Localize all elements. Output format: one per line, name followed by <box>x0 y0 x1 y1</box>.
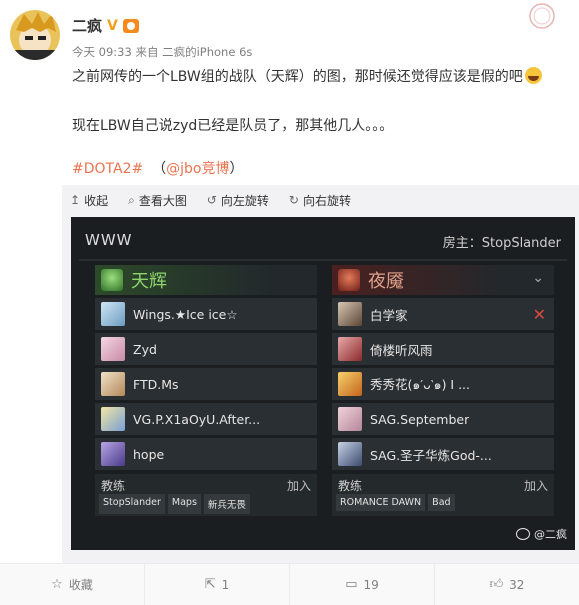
spectator-list: ROMANCE DAWN Bad <box>336 494 455 511</box>
player-avatar <box>101 372 125 396</box>
hashtag-link[interactable]: #DOTA2# <box>72 161 143 177</box>
like-button[interactable]: 👍︎ 32 <box>435 564 579 605</box>
team-dire: 夜魇 ⌄ 白学家 ✕ 倚楼听风雨 秀秀花(๑′ᴗ‵๑) I ... SAG.Se… <box>332 265 554 516</box>
join-button[interactable]: 加入 <box>287 477 311 494</box>
rotate-left-icon: ↺ <box>206 193 217 207</box>
author-name[interactable]: 二疯 <box>72 15 102 36</box>
lobby-title: WWW <box>85 231 133 249</box>
spectator-list: StopSlander Maps 新兵无畏 <box>99 494 250 514</box>
weibo-icon <box>516 528 530 540</box>
player-avatar <box>101 302 125 326</box>
repost-icon: ⇱ <box>204 577 216 592</box>
coach-label: 教练 <box>338 479 363 493</box>
team-dire-header: 夜魇 ⌄ <box>332 265 554 295</box>
player-slot: SAG.圣子华炼God-... <box>332 438 554 470</box>
post-meta: 今天 09:33 来自 二疯的iPhone 6s <box>72 45 253 59</box>
player-avatar <box>338 302 362 326</box>
post-line-1: 之前网传的一个LBW组的战队（天辉）的图，那时候还觉得应该是假的吧 <box>72 66 542 86</box>
team-dire-name: 夜魇 <box>368 271 404 292</box>
player-slot: 倚楼听风雨 <box>332 333 554 365</box>
seal-decoration <box>529 3 555 29</box>
chevron-down-icon[interactable]: ⌄ <box>532 270 544 286</box>
collapse-icon: ↥ <box>70 193 81 207</box>
player-slot: 秀秀花(๑′ᴗ‵๑) I ... <box>332 368 554 400</box>
join-button[interactable]: 加入 <box>524 477 548 494</box>
player-slot: Zyd <box>95 333 317 365</box>
player-avatar <box>338 407 362 431</box>
comment-button[interactable]: ▭ 19 <box>290 564 435 605</box>
action-bar: ☆ 收藏 ⇱ 1 ▭ 19 👍︎ 32 <box>0 564 579 605</box>
player-avatar <box>101 337 125 361</box>
kick-x-icon[interactable]: ✕ <box>533 305 546 324</box>
spectator-chip: Bad <box>428 494 455 511</box>
post-line-2: 现在LBW自己说zyd已经是队员了，那其他几人。。。 <box>72 118 394 134</box>
divider <box>79 259 567 261</box>
spectator-chip: 新兵无畏 <box>203 494 250 514</box>
laugh-emoji-icon <box>524 67 542 84</box>
verified-v-icon: V <box>107 17 118 34</box>
player-slot: hope <box>95 438 317 470</box>
repost-button[interactable]: ⇱ 1 <box>145 564 290 605</box>
search-icon: ⌕ <box>128 192 135 207</box>
player-slot: VG.P.X1aOyU.After... <box>95 403 317 435</box>
collapse-button[interactable]: ↥ 收起 <box>70 192 108 209</box>
favorite-button[interactable]: ☆ 收藏 <box>0 564 145 605</box>
player-avatar <box>338 337 362 361</box>
spectator-chip: StopSlander <box>99 494 165 514</box>
player-slot: SAG.September <box>332 403 554 435</box>
lobby-host: 房主：StopSlander <box>442 236 561 251</box>
author-avatar[interactable] <box>10 10 60 60</box>
post-tags: #DOTA2# （@jbo竞博） <box>72 161 244 177</box>
star-icon: ☆ <box>51 577 63 592</box>
image-watermark: @二疯 <box>516 526 567 542</box>
player-slot: FTD.Ms <box>95 368 317 400</box>
image-toolbar: ↥ 收起 ⌕ 查看大图 ↺ 向左旋转 ↻ 向右旋转 <box>70 189 351 211</box>
like-icon: 👍︎ <box>489 577 504 592</box>
rotate-right-button[interactable]: ↻ 向右旋转 <box>289 192 351 209</box>
rotate-left-button[interactable]: ↺ 向左旋转 <box>207 192 269 209</box>
coach-label: 教练 <box>101 479 126 493</box>
team-radiant-header: 天辉 <box>95 265 317 295</box>
image-panel: ↥ 收起 ⌕ 查看大图 ↺ 向左旋转 ↻ 向右旋转 WWW 房主：StopSla… <box>62 185 579 563</box>
player-slot: 白学家 ✕ <box>332 298 554 330</box>
comment-icon: ▭ <box>345 577 358 592</box>
coach-spectator-box: 教练 加入 ROMANCE DAWN Bad <box>332 474 554 516</box>
rotate-right-icon: ↻ <box>288 193 299 207</box>
spectator-chip: ROMANCE DAWN <box>336 494 426 511</box>
player-avatar <box>338 372 362 396</box>
team-radiant-name: 天辉 <box>131 271 167 292</box>
coach-spectator-box: 教练 加入 StopSlander Maps 新兵无畏 <box>95 474 317 516</box>
player-avatar <box>101 442 125 466</box>
mention-link[interactable]: @jbo竞博 <box>166 161 229 177</box>
level-badge-icon <box>122 18 139 33</box>
team-radiant: 天辉 Wings.★Ice ice☆ Zyd FTD.Ms VG.P.X1aOy… <box>95 265 317 516</box>
dire-emblem-icon <box>338 269 360 291</box>
player-avatar <box>101 407 125 431</box>
spectator-chip: Maps <box>167 494 201 514</box>
game-lobby-screenshot[interactable]: WWW 房主：StopSlander 天辉 Wings.★Ice ice☆ Zy… <box>71 217 575 550</box>
radiant-emblem-icon <box>101 269 123 291</box>
player-slot: Wings.★Ice ice☆ <box>95 298 317 330</box>
view-large-button[interactable]: ⌕ 查看大图 <box>128 192 187 209</box>
player-avatar <box>338 442 362 466</box>
